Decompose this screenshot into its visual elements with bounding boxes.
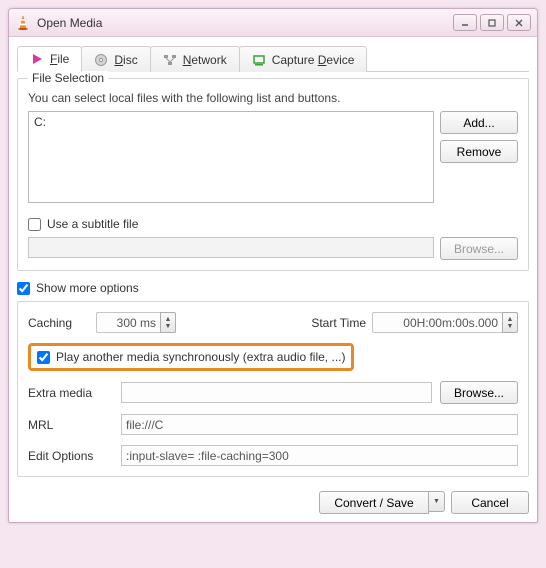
network-icon (163, 53, 177, 67)
file-list-item[interactable]: C: (34, 115, 428, 129)
subtitle-path-input (28, 237, 434, 258)
play-sync-checkbox[interactable] (37, 351, 50, 364)
mrl-label: MRL (28, 418, 113, 432)
play-sync-highlight: Play another media synchronously (extra … (28, 343, 354, 371)
convert-save-combo[interactable]: Convert / Save ▼ (319, 491, 445, 514)
options-panel: Caching ▲▼ Start Time ▲▼ Play another me… (17, 301, 529, 477)
window-controls (453, 14, 531, 31)
mrl-input[interactable] (121, 414, 518, 435)
window-title: Open Media (37, 16, 453, 30)
play-icon (30, 52, 44, 66)
tab-network[interactable]: NNetworketwork (150, 46, 240, 72)
tab-file[interactable]: FFileile (17, 46, 82, 72)
spin-arrows-icon[interactable]: ▲▼ (502, 312, 518, 333)
tab-label: DDiscisc (114, 53, 137, 67)
subtitle-browse-button: Browse... (440, 237, 518, 260)
spin-arrows-icon[interactable]: ▲▼ (160, 312, 176, 333)
add-button[interactable]: Add... (440, 111, 518, 134)
open-media-dialog: Open Media FFileile DDiscisc (8, 8, 538, 523)
disc-icon (94, 53, 108, 67)
cancel-button[interactable]: Cancel (451, 491, 529, 514)
remove-button[interactable]: Remove (440, 140, 518, 163)
titlebar: Open Media (9, 9, 537, 37)
dropdown-arrow-icon[interactable]: ▼ (429, 491, 445, 512)
extra-media-browse-button[interactable]: Browse... (440, 381, 518, 404)
edit-options-input[interactable] (121, 445, 518, 466)
start-time-spinbox[interactable]: ▲▼ (372, 312, 518, 333)
extra-media-label: Extra media (28, 386, 113, 400)
tabs: FFileile DDiscisc NNetworketwork Capture… (17, 45, 529, 72)
maximize-button[interactable] (480, 14, 504, 31)
tab-capture[interactable]: Capture DCapture Deviceevice (239, 46, 368, 72)
capture-icon (252, 53, 266, 67)
start-time-label: Start Time (311, 316, 366, 330)
subtitle-checkbox[interactable] (28, 218, 41, 231)
vlc-icon (15, 15, 31, 31)
tab-label: NNetworketwork (183, 53, 227, 67)
convert-save-button[interactable]: Convert / Save (319, 491, 429, 514)
extra-media-input[interactable] (121, 382, 432, 403)
client-area: FFileile DDiscisc NNetworketwork Capture… (9, 37, 537, 483)
caching-spinbox[interactable]: ▲▼ (96, 312, 176, 333)
show-more-label: Show more options (36, 281, 139, 295)
dialog-buttons: Convert / Save ▼ Cancel (9, 483, 537, 522)
file-selection-group: File Selection You can select local file… (17, 78, 529, 271)
start-time-input[interactable] (372, 312, 502, 333)
caching-label: Caching (28, 316, 88, 330)
tab-label: FFileile (50, 52, 69, 66)
tab-disc[interactable]: DDiscisc (81, 46, 150, 72)
file-selection-legend: File Selection (28, 71, 108, 85)
minimize-button[interactable] (453, 14, 477, 31)
file-selection-help: You can select local files with the foll… (28, 91, 518, 105)
subtitle-checkbox-label: Use a subtitle file (47, 217, 138, 231)
show-more-checkbox[interactable] (17, 282, 30, 295)
edit-options-label: Edit Options (28, 449, 113, 463)
file-list[interactable]: C: (28, 111, 434, 203)
play-sync-label: Play another media synchronously (extra … (56, 350, 345, 364)
tab-label: Capture DCapture Deviceevice (272, 53, 355, 67)
close-button[interactable] (507, 14, 531, 31)
caching-input[interactable] (96, 312, 160, 333)
